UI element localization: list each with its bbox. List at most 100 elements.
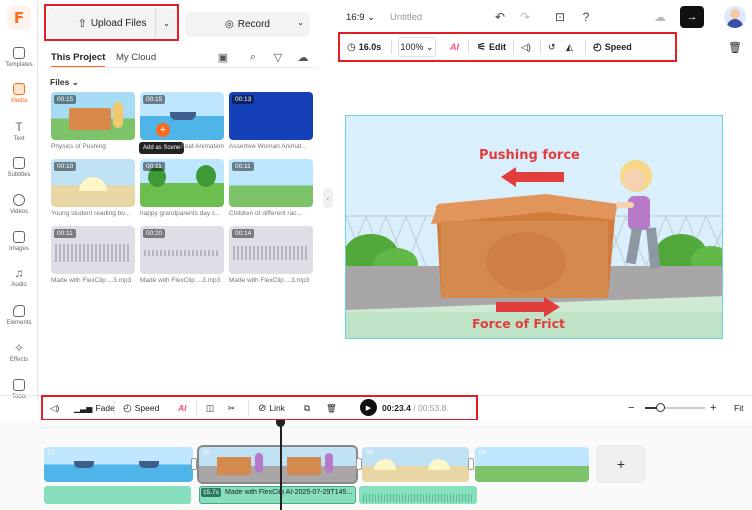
- toolbar-separator: [468, 40, 469, 54]
- record-icon: ◎: [225, 19, 234, 30]
- link-button[interactable]: ⊘ Link: [258, 401, 285, 415]
- timeline-ruler[interactable]: [40, 420, 752, 428]
- rail-item-media[interactable]: Media: [0, 76, 38, 110]
- add-scene-button[interactable]: +: [596, 445, 646, 483]
- cloud-upload-icon[interactable]: ☁: [296, 50, 310, 64]
- rail-item-audio[interactable]: ♫ Audio: [0, 260, 38, 294]
- clip-number: 04: [479, 450, 486, 456]
- new-folder-icon[interactable]: ▣: [216, 50, 230, 64]
- rail-item-label: Elements: [6, 319, 32, 326]
- media-panel: ⇧ Upload Files ⌄ ◎ Record ⌄ This Project…: [39, 0, 325, 400]
- play-icon[interactable]: ▶: [360, 399, 377, 416]
- video-preview-stage[interactable]: Pushing force Force of Frict: [345, 115, 723, 339]
- screen-capture-icon[interactable]: ⊡: [552, 9, 568, 25]
- zoom-select[interactable]: 100% ⌄: [398, 37, 436, 57]
- subtitles-icon: [13, 156, 25, 169]
- media-thumb-cartoon-boat[interactable]: 00:15: [140, 92, 224, 140]
- sparkle-icon: ✧: [13, 340, 25, 355]
- tab-this-project[interactable]: This Project: [51, 52, 106, 68]
- fade-button[interactable]: ▁▃▅ Fade: [74, 401, 115, 415]
- rail-item-videos[interactable]: Videos: [0, 187, 38, 221]
- upload-dropdown-chevron-icon[interactable]: ⌄: [155, 8, 177, 39]
- record-button[interactable]: ◎ Record ⌄: [185, 12, 310, 37]
- ai-tools-button[interactable]: AI: [450, 37, 459, 57]
- help-icon[interactable]: ?: [578, 9, 594, 25]
- rail-item-images[interactable]: Images: [0, 224, 38, 258]
- sliders-icon: ⚟: [477, 41, 486, 53]
- zoom-in-icon[interactable]: +: [710, 401, 716, 415]
- images-icon: [13, 230, 25, 243]
- audio-duration-badge: 15.7s: [201, 488, 221, 497]
- fit-button[interactable]: Fit: [734, 401, 743, 415]
- volume-icon[interactable]: ◁): [521, 37, 531, 57]
- duration-badge: 00:14: [232, 229, 255, 238]
- upload-files-button[interactable]: ⇧ Upload Files ⌄: [47, 8, 177, 39]
- project-title[interactable]: Untitled: [390, 12, 422, 23]
- avatar[interactable]: [724, 6, 746, 28]
- media-caption: Made with FlexClip ...3.mp3: [140, 277, 221, 284]
- media-thumb-physics-pushing[interactable]: 00:15: [51, 92, 135, 140]
- timeline-ai-button[interactable]: AI: [178, 401, 187, 415]
- timeline-speed-button[interactable]: ◴ Speed: [123, 401, 159, 415]
- toolbar-separator: [540, 40, 541, 54]
- add-as-scene-plus-icon[interactable]: +: [156, 123, 170, 137]
- cloud-save-icon[interactable]: ☁: [652, 9, 668, 25]
- zoom-out-icon[interactable]: −: [628, 401, 634, 415]
- volume-icon[interactable]: ◁): [50, 401, 59, 415]
- media-thumb-grandparents-day[interactable]: 00:11: [140, 159, 224, 207]
- rail-item-text[interactable]: T Text: [0, 114, 38, 148]
- split-icon[interactable]: ◫: [206, 401, 214, 415]
- tab-my-cloud[interactable]: My Cloud: [116, 52, 156, 63]
- media-thumb-assertive-woman[interactable]: 00:13: [229, 92, 313, 140]
- audio-track-3[interactable]: [359, 486, 477, 504]
- media-thumb-young-student[interactable]: 00:10: [51, 159, 135, 207]
- filter-icon[interactable]: ▽: [271, 50, 285, 64]
- record-dropdown-chevron-icon[interactable]: ⌄: [297, 18, 304, 27]
- duration-control[interactable]: ◷ 16.0s: [347, 37, 381, 57]
- speed-button[interactable]: ◴ Speed: [593, 37, 632, 57]
- redo-icon[interactable]: ↷: [517, 9, 533, 25]
- rail-item-subtitles[interactable]: Subtitles: [0, 150, 38, 184]
- rail-item-elements[interactable]: Elements: [0, 298, 38, 332]
- collapse-panel-chevron-icon[interactable]: ‹: [323, 188, 333, 208]
- export-arrow-icon[interactable]: →: [680, 6, 704, 28]
- videos-icon: [13, 193, 25, 206]
- media-thumb-audio-2[interactable]: 00:20: [140, 226, 224, 274]
- scissors-icon[interactable]: ✂: [228, 401, 235, 415]
- templates-icon: [13, 46, 25, 59]
- duplicate-icon[interactable]: ⧉: [304, 401, 310, 415]
- pushing-force-label: Pushing force: [479, 148, 580, 163]
- media-thumb-audio-3[interactable]: 00:14: [229, 226, 313, 274]
- timeline-clip-2[interactable]: 02: [197, 445, 358, 484]
- undo-icon[interactable]: ↶: [492, 9, 508, 25]
- transition-handle[interactable]: [468, 458, 474, 470]
- files-section-label[interactable]: Files ⌄: [50, 77, 79, 88]
- tab-divider: [47, 67, 319, 68]
- timeline-zoom-knob[interactable]: [655, 403, 665, 412]
- flip-icon[interactable]: ◭: [566, 37, 573, 57]
- timeline-clip-3[interactable]: 03: [362, 447, 469, 482]
- toolbar-separator: [196, 401, 197, 415]
- delete-trash-icon[interactable]: 🗑: [728, 37, 742, 57]
- timeline-clip-4[interactable]: 04: [475, 447, 589, 482]
- text-icon: T: [15, 119, 23, 134]
- timeline-clip-1[interactable]: 01: [44, 447, 193, 482]
- aspect-ratio-select[interactable]: 16:9 ⌄: [346, 12, 375, 23]
- media-thumb-audio-1[interactable]: 00:11: [51, 226, 135, 274]
- media-thumb-children[interactable]: 00:11: [229, 159, 313, 207]
- flexclip-logo: F: [7, 6, 31, 30]
- link-icon: ⊘: [258, 402, 267, 414]
- rail-item-effects[interactable]: ✧ Effects: [0, 335, 38, 369]
- timeline-delete-icon[interactable]: 🗑: [326, 401, 337, 415]
- media-icon: [13, 82, 25, 95]
- playhead[interactable]: [280, 420, 282, 510]
- elements-icon: [13, 304, 25, 317]
- transition-handle[interactable]: [191, 458, 197, 470]
- audio-track-1[interactable]: [44, 486, 191, 504]
- rail-item-label: Templates: [5, 61, 33, 68]
- left-rail: F Templates Media T Text Subtitles Videos…: [0, 0, 38, 400]
- search-icon[interactable]: ⌕: [246, 50, 260, 64]
- edit-button[interactable]: ⚟ Edit: [477, 37, 506, 57]
- rail-item-templates[interactable]: Templates: [0, 40, 38, 74]
- rotate-icon[interactable]: ↺: [548, 37, 556, 57]
